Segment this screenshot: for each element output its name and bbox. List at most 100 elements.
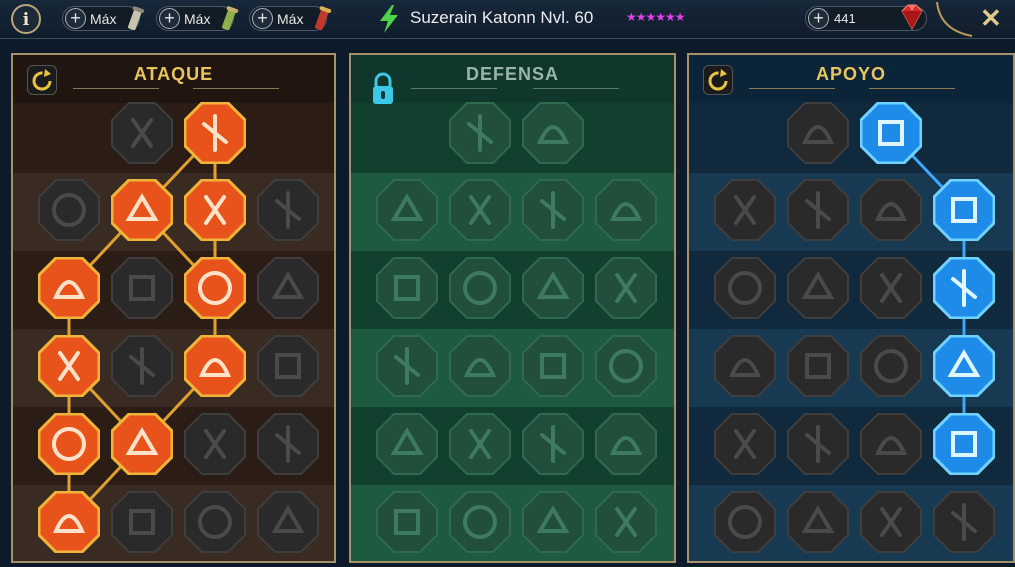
runner-icon xyxy=(376,257,438,319)
skill-node[interactable] xyxy=(787,491,849,553)
skill-node[interactable] xyxy=(257,335,319,397)
skill-node[interactable] xyxy=(714,491,776,553)
spiked-skull-icon xyxy=(257,491,319,553)
skill-node[interactable] xyxy=(787,335,849,397)
skill-node[interactable] xyxy=(933,491,995,553)
close-button[interactable]: ✕ xyxy=(980,3,1002,34)
skill-node[interactable] xyxy=(257,413,319,475)
shield-break-icon xyxy=(184,179,246,241)
angry-eyes-icon xyxy=(933,335,995,397)
skill-node[interactable] xyxy=(38,491,100,553)
skill-node[interactable] xyxy=(449,413,511,475)
skill-node[interactable] xyxy=(111,179,173,241)
skill-node[interactable] xyxy=(714,179,776,241)
skill-node[interactable] xyxy=(449,257,511,319)
skill-node[interactable] xyxy=(714,335,776,397)
skill-node[interactable] xyxy=(111,257,173,319)
skill-node[interactable] xyxy=(449,102,511,164)
skill-node[interactable] xyxy=(933,179,995,241)
skill-node[interactable] xyxy=(860,257,922,319)
skill-node[interactable] xyxy=(522,179,584,241)
flex-arm-icon xyxy=(38,257,100,319)
skill-node[interactable] xyxy=(595,179,657,241)
skill-node[interactable] xyxy=(522,335,584,397)
info-button[interactable]: i xyxy=(11,4,41,34)
skill-node[interactable] xyxy=(257,491,319,553)
skill-node[interactable] xyxy=(860,335,922,397)
open-palm-icon xyxy=(522,335,584,397)
skill-node[interactable] xyxy=(522,413,584,475)
skill-node[interactable] xyxy=(376,179,438,241)
sword-heart-icon xyxy=(38,335,100,397)
skill-node[interactable] xyxy=(787,102,849,164)
heart-plus-icon xyxy=(787,102,849,164)
skill-node[interactable] xyxy=(595,335,657,397)
skull-slash-icon xyxy=(184,257,246,319)
skill-node[interactable] xyxy=(38,179,100,241)
corner-arc-decoration xyxy=(936,1,973,37)
skill-node[interactable] xyxy=(787,413,849,475)
pill-label: Máx xyxy=(277,11,304,27)
skill-node[interactable] xyxy=(376,491,438,553)
plus-icon[interactable]: + xyxy=(159,8,180,29)
skill-node[interactable] xyxy=(595,257,657,319)
plus-icon[interactable]: + xyxy=(808,8,829,29)
skill-node[interactable] xyxy=(860,491,922,553)
skill-node[interactable] xyxy=(184,257,246,319)
skill-node[interactable] xyxy=(111,413,173,475)
skill-node[interactable] xyxy=(860,413,922,475)
skill-node[interactable] xyxy=(38,413,100,475)
skill-node[interactable] xyxy=(111,335,173,397)
skill-node[interactable] xyxy=(111,491,173,553)
skill-node[interactable] xyxy=(714,257,776,319)
skill-node[interactable] xyxy=(184,179,246,241)
leaping-figure-icon xyxy=(376,413,438,475)
skill-node[interactable] xyxy=(449,335,511,397)
red-scroll-max-pill[interactable]: + Máx xyxy=(249,6,332,31)
chevron-shield-icon xyxy=(376,179,438,241)
slash-strike-icon xyxy=(184,102,246,164)
skill-node[interactable] xyxy=(522,257,584,319)
skill-node[interactable] xyxy=(184,491,246,553)
skill-node[interactable] xyxy=(714,413,776,475)
skill-node[interactable] xyxy=(257,179,319,241)
skill-node[interactable] xyxy=(376,413,438,475)
skill-node[interactable] xyxy=(111,102,173,164)
skull-crown-icon xyxy=(787,491,849,553)
skill-node[interactable] xyxy=(522,491,584,553)
green-scroll-icon xyxy=(222,6,239,31)
skill-node[interactable] xyxy=(595,491,657,553)
spell-book-icon xyxy=(860,335,922,397)
skill-node[interactable] xyxy=(38,335,100,397)
skill-node[interactable] xyxy=(787,179,849,241)
bull-head-icon xyxy=(595,335,657,397)
crossed-swords-icon xyxy=(111,102,173,164)
skill-node[interactable] xyxy=(933,335,995,397)
skill-node[interactable] xyxy=(522,102,584,164)
skill-node[interactable] xyxy=(376,257,438,319)
skill-node[interactable] xyxy=(860,102,922,164)
skill-node[interactable] xyxy=(449,179,511,241)
ruby-gem-icon xyxy=(901,4,923,31)
grab-hand-icon xyxy=(257,257,319,319)
defense-panel: DEFENSA xyxy=(349,53,676,563)
skill-node[interactable] xyxy=(933,257,995,319)
skill-node[interactable] xyxy=(38,257,100,319)
crest-shield-icon xyxy=(449,491,511,553)
skill-node[interactable] xyxy=(860,179,922,241)
skill-node[interactable] xyxy=(376,335,438,397)
skill-node[interactable] xyxy=(184,335,246,397)
skill-node[interactable] xyxy=(595,413,657,475)
skill-node[interactable] xyxy=(449,491,511,553)
skill-node[interactable] xyxy=(184,413,246,475)
skill-node[interactable] xyxy=(933,413,995,475)
acrobat-icon xyxy=(933,413,995,475)
silver-scroll-max-pill[interactable]: + Máx xyxy=(62,6,145,31)
skill-node[interactable] xyxy=(184,102,246,164)
energy-bolt-icon xyxy=(380,5,398,33)
skill-node[interactable] xyxy=(257,257,319,319)
green-scroll-max-pill[interactable]: + Máx xyxy=(156,6,239,31)
plus-icon[interactable]: + xyxy=(65,8,86,29)
skill-node[interactable] xyxy=(787,257,849,319)
plus-icon[interactable]: + xyxy=(252,8,273,29)
